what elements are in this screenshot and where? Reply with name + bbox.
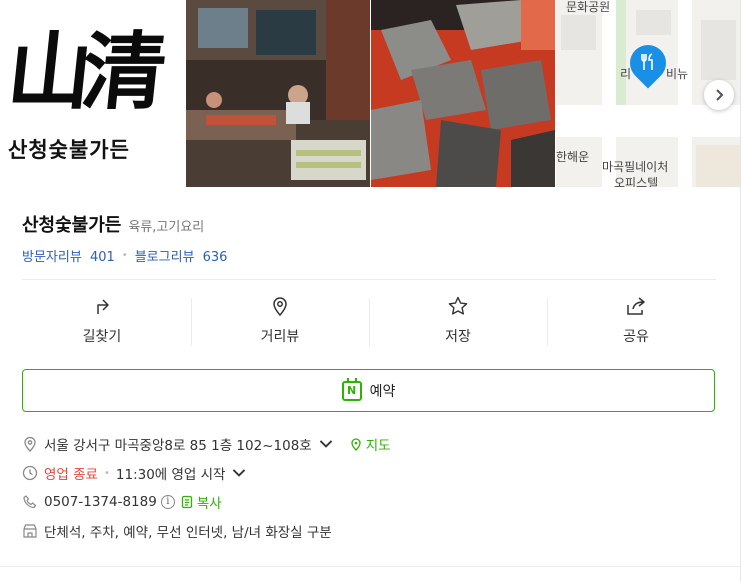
divider bbox=[0, 566, 740, 567]
share-button[interactable]: 공유 bbox=[547, 295, 725, 353]
street-view-label: 거리뷰 bbox=[260, 329, 300, 345]
address-text: 서울 강서구 마곡중앙8로 85 1층 102~108호 bbox=[44, 438, 312, 454]
share-label: 공유 bbox=[623, 329, 649, 345]
fork-knife-icon bbox=[636, 52, 660, 74]
directions-icon bbox=[97, 299, 109, 314]
map-pin-small-icon bbox=[351, 438, 361, 451]
map-label-pin-right: 비뉴 bbox=[666, 67, 689, 81]
blog-review-label: 블로그리뷰 bbox=[134, 250, 195, 265]
kitchen-photo[interactable] bbox=[186, 0, 370, 187]
divider bbox=[22, 279, 716, 280]
save-label: 저장 bbox=[445, 329, 471, 345]
amenities-row: 단체석, 주차, 예약, 무선 인터넷, 남/녀 화장실 구분 bbox=[22, 521, 332, 541]
copy-phone-button[interactable]: 복사 bbox=[180, 492, 222, 512]
clock-icon bbox=[22, 465, 38, 481]
place-category: 육류,고기요리 bbox=[128, 220, 205, 235]
street-view-button[interactable]: 거리뷰 bbox=[191, 295, 369, 353]
blog-review-count: 636 bbox=[202, 250, 228, 265]
open-status: 영업 종료 bbox=[44, 467, 98, 483]
phone-icon bbox=[23, 495, 37, 509]
amenities-text: 단체석, 주차, 예약, 무선 인터넷, 남/녀 화장실 구분 bbox=[44, 525, 332, 541]
title-row: 산청숯불가든 육류,고기요리 bbox=[22, 211, 204, 237]
map-link-label: 지도 bbox=[365, 438, 391, 454]
map-label-park: 문화공원 bbox=[566, 0, 611, 14]
street-view-pin-icon bbox=[273, 297, 287, 317]
visitor-review-count: 401 bbox=[89, 250, 115, 265]
share-icon bbox=[627, 297, 645, 315]
star-icon bbox=[448, 296, 468, 315]
address-row: 서울 강서구 마곡중앙8로 85 1층 102~108호 지도 bbox=[22, 434, 391, 454]
map-label-officetel: 오피스텔 bbox=[614, 176, 659, 187]
next-photo-button[interactable] bbox=[704, 80, 734, 110]
chevron-down-icon[interactable] bbox=[318, 436, 334, 452]
visitor-review-label: 방문자리뷰 bbox=[22, 250, 82, 265]
location-pin-icon bbox=[24, 436, 36, 452]
kitchen-photo-illustration bbox=[186, 0, 370, 187]
map-label-building: 마곡필네이처 bbox=[602, 160, 669, 174]
reserve-button[interactable]: N 예약 bbox=[22, 369, 715, 412]
map-link[interactable]: 지도 bbox=[349, 434, 391, 454]
phone-row: 0507-1374-8189 i 복사 bbox=[22, 492, 222, 512]
visitor-review-link[interactable]: 방문자리뷰 401 bbox=[22, 246, 115, 265]
copy-label: 복사 bbox=[196, 496, 222, 512]
separator-dot: • bbox=[103, 467, 110, 479]
chevron-right-icon bbox=[716, 89, 724, 101]
map-thumbnail[interactable]: 문화공원 한해운 마곡필네이처 오피스텔 리 비뉴 bbox=[556, 0, 740, 187]
review-row: 방문자리뷰 401 • 블로그리뷰 636 bbox=[22, 246, 227, 265]
logo-kanji: 山清 bbox=[2, 22, 162, 121]
separator-dot: • bbox=[121, 250, 128, 261]
logo-korean-name: 산청숯불가든 bbox=[8, 137, 130, 162]
reserve-label: 예약 bbox=[369, 383, 396, 400]
map-label-haewoon: 한해운 bbox=[556, 150, 590, 164]
directions-button[interactable]: 길찾기 bbox=[13, 295, 191, 353]
opening-hours: 11:30에 영업 시작 bbox=[115, 467, 226, 483]
place-card: 山清 산청숯불가든 문화공원 한해운 마곡필네이처 오피스텔 리 비뉴 산청숯불… bbox=[0, 0, 742, 582]
directions-label: 길찾기 bbox=[82, 329, 122, 345]
photo-strip[interactable]: 山清 산청숯불가든 문화공원 한해운 마곡필네이처 오피스텔 리 비뉴 bbox=[0, 0, 740, 187]
hours-row[interactable]: 영업 종료 • 11:30에 영업 시작 bbox=[22, 463, 253, 483]
info-icon[interactable]: i bbox=[160, 495, 175, 509]
phone-number[interactable]: 0507-1374-8189 bbox=[44, 494, 157, 510]
naver-calendar-icon: N bbox=[341, 377, 362, 401]
save-button[interactable]: 저장 bbox=[369, 295, 547, 353]
place-name: 산청숯불가든 bbox=[22, 215, 122, 236]
charcoal-photo[interactable] bbox=[371, 0, 555, 187]
blog-review-link[interactable]: 블로그리뷰 636 bbox=[135, 246, 228, 265]
action-bar: 길찾기 거리뷰 저장 공유 bbox=[13, 295, 725, 353]
store-icon bbox=[23, 524, 37, 538]
logo-photo[interactable]: 山清 산청숯불가든 bbox=[0, 0, 185, 187]
chevron-down-icon[interactable] bbox=[231, 465, 247, 481]
charcoal-photo-illustration bbox=[371, 0, 555, 187]
copy-icon bbox=[181, 495, 192, 509]
